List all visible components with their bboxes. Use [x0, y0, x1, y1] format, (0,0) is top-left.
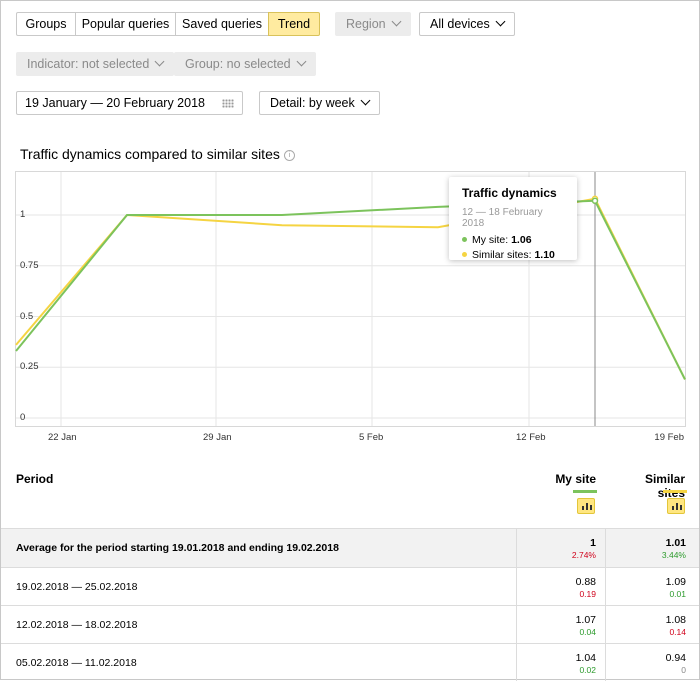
similar-value: 1.08: [665, 614, 686, 626]
similar-delta: 0: [681, 665, 686, 675]
similar-sites-header: Similar sites: [644, 472, 685, 500]
similar-value: 1.09: [665, 576, 686, 588]
tooltip-my-site-label: My site:: [472, 234, 509, 246]
my-site-delta: 0.19: [579, 589, 596, 599]
my-site-delta: 0.02: [579, 665, 596, 675]
x-tick-label: 22 Jan: [48, 432, 77, 443]
x-tick-label: 29 Jan: [203, 432, 232, 443]
chart-tooltip: Traffic dynamics 12 — 18 February 2018 M…: [449, 177, 577, 261]
period-header: Period: [16, 472, 54, 486]
my-site-header: My site: [555, 472, 596, 486]
traffic-chart: [15, 171, 686, 427]
table-row: 19.02.2018 — 25.02.2018 0.88 0.19 1.09 0…: [1, 567, 699, 606]
tooltip-similar-value: 1.10: [534, 249, 555, 261]
similar-legend-dot: [462, 251, 467, 257]
average-sim-value: 1.01: [665, 537, 686, 549]
y-tick-label: 0.5: [20, 310, 34, 322]
my-site-point: [591, 197, 599, 205]
average-sim-delta: 3.44%: [661, 550, 686, 560]
similar-value: 0.94: [665, 652, 686, 664]
period-label: 05.02.2018 — 11.02.2018: [16, 657, 137, 669]
chart-frame: [15, 171, 686, 427]
my-site-chart-icon[interactable]: [577, 498, 595, 514]
x-tick-label: 19 Feb: [654, 432, 684, 443]
my-site-value: 0.88: [575, 576, 596, 588]
my-site-value: 1.07: [575, 614, 596, 626]
tooltip-similar-label: Similar sites:: [472, 249, 532, 261]
similar-delta: 0.01: [669, 589, 686, 599]
average-my-value: 1: [590, 537, 596, 549]
tooltip-my-site-value: 1.06: [511, 234, 532, 246]
y-tick-label: 0.25: [20, 361, 39, 373]
y-tick-label: 0: [20, 412, 26, 423]
my-site-value: 1.04: [575, 652, 596, 664]
table-row: 05.02.2018 — 11.02.2018 1.04 0.02 0.94 0: [1, 643, 699, 681]
tooltip-title: Traffic dynamics: [462, 186, 557, 200]
my-site-delta: 0.04: [579, 627, 596, 637]
period-label: 19.02.2018 — 25.02.2018: [16, 581, 138, 593]
y-tick-label: 0.75: [20, 259, 39, 271]
table-row-average: Average for the period starting 19.01.20…: [1, 528, 699, 567]
x-tick-label: 12 Feb: [516, 432, 546, 443]
tooltip-date: 12 — 18 February 2018: [462, 207, 543, 229]
average-label: Average for the period starting 19.01.20…: [16, 542, 339, 554]
similar-color-bar: [663, 490, 687, 493]
tooltip-similar: Similar sites: 1.10: [462, 249, 564, 261]
my-site-legend-dot: [462, 236, 467, 242]
y-tick-label: 1: [20, 209, 26, 220]
average-my-delta: 2.74%: [571, 550, 596, 560]
similar-delta: 0.14: [669, 627, 686, 637]
tooltip-my-site: My site: 1.06: [462, 234, 564, 246]
similar-chart-icon[interactable]: [667, 498, 685, 514]
x-tick-label: 5 Feb: [359, 432, 384, 443]
period-label: 12.02.2018 — 18.02.2018: [16, 619, 138, 631]
my-site-color-bar: [573, 490, 597, 493]
table-row: 12.02.2018 — 18.02.2018 1.07 0.04 1.08 0…: [1, 605, 699, 644]
